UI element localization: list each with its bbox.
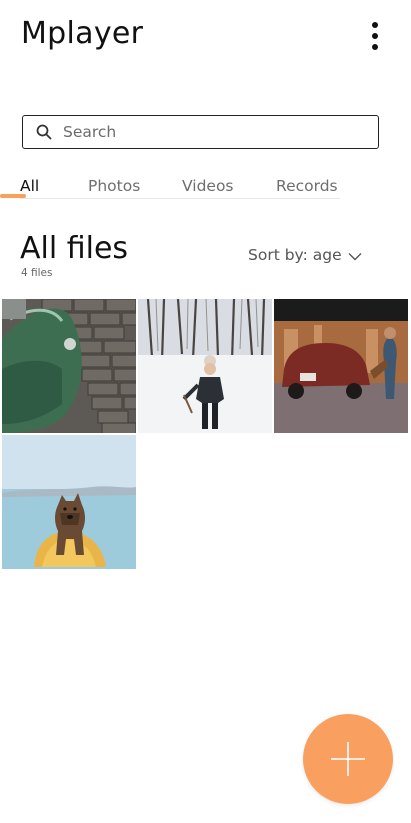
- photo-woman-snowy-forest: [138, 299, 272, 433]
- more-options-button[interactable]: [364, 22, 386, 50]
- section-title: All files: [20, 231, 129, 266]
- file-thumbnail-snowy-forest[interactable]: [138, 299, 272, 433]
- search-input[interactable]: [63, 123, 343, 141]
- app-title: Mplayer: [21, 16, 144, 51]
- more-vertical-icon-dot: [372, 44, 378, 50]
- file-count: 4 files: [21, 267, 53, 279]
- more-vertical-icon-dot: [372, 33, 378, 39]
- file-thumbnail-dog-kayak[interactable]: [2, 435, 136, 569]
- photo-red-vintage-car-mural: [274, 299, 408, 433]
- file-thumbnail-red-car[interactable]: [274, 299, 408, 433]
- tab-bar: All Photos Videos Records: [20, 177, 340, 199]
- add-file-button[interactable]: [303, 714, 393, 804]
- sort-label: Sort by: age: [248, 246, 342, 264]
- tab-videos[interactable]: Videos: [182, 177, 234, 195]
- plus-icon: [331, 742, 365, 776]
- photo-dog-on-yellow-kayak: [2, 435, 136, 569]
- tab-photos[interactable]: Photos: [88, 177, 140, 195]
- file-thumbnail-green-car[interactable]: [2, 299, 136, 433]
- tab-records[interactable]: Records: [276, 177, 338, 195]
- search-bar[interactable]: [22, 115, 379, 149]
- tab-all[interactable]: All: [20, 177, 39, 195]
- more-vertical-icon: [372, 22, 378, 28]
- chevron-down-icon: [348, 247, 362, 265]
- active-tab-indicator: [0, 194, 26, 198]
- sort-dropdown[interactable]: Sort by: age: [248, 245, 362, 265]
- photo-green-car-brick-wall: [2, 299, 136, 433]
- search-icon: [35, 123, 53, 141]
